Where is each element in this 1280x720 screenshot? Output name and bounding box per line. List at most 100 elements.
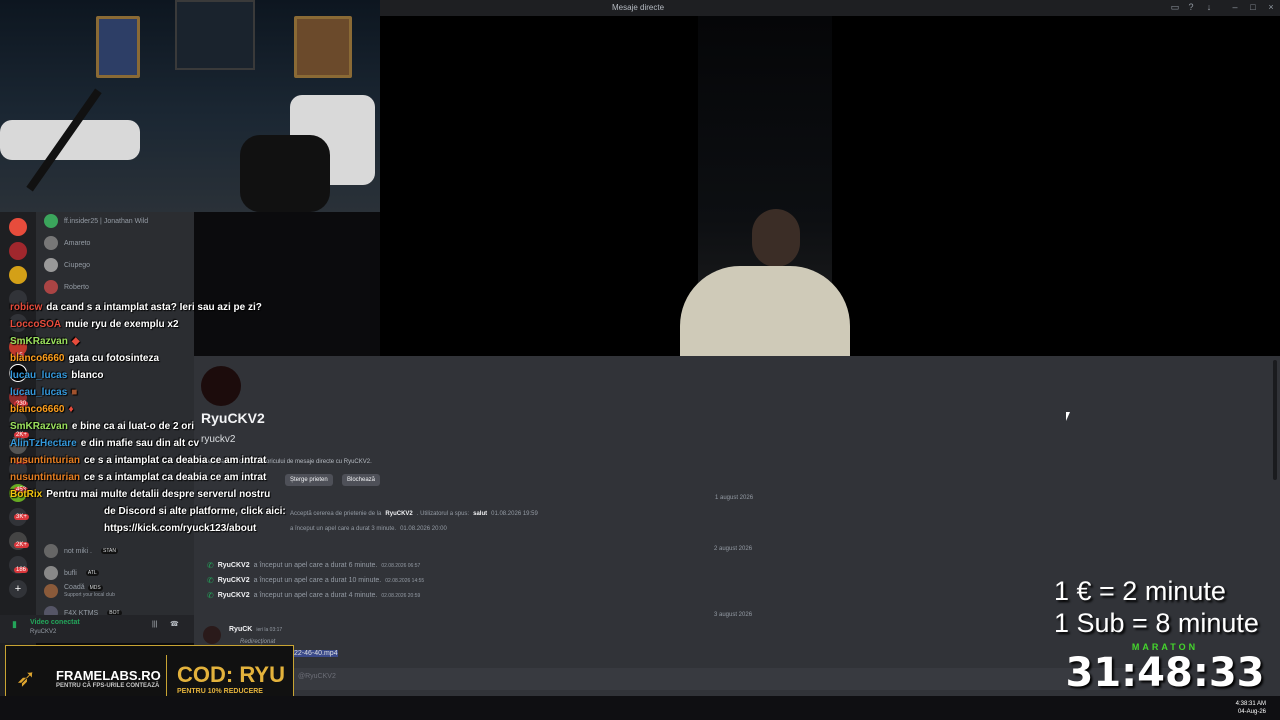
dm-item[interactable]: bufli ATL [44, 564, 99, 582]
server-icon[interactable] [9, 266, 27, 284]
voice-user: RyuCKV2 [30, 629, 57, 635]
stream-chat-overlay: robicw da cand s a intamplat asta? Ieri s… [10, 300, 340, 540]
chat-text: e din mafie sau din alt cv [80, 438, 200, 449]
painting-left [96, 16, 140, 78]
inbox-icon[interactable]: ▭ [1170, 2, 1180, 12]
brand-name: FRAMELABS.RO [56, 668, 161, 683]
server-icon[interactable] [9, 218, 27, 236]
chat-emote: ◆ [71, 336, 80, 347]
close-icon[interactable]: × [1266, 2, 1276, 12]
avatar[interactable] [203, 626, 221, 644]
phone-icon: ✆ [207, 591, 214, 600]
timestamp: 02.08.2026 20:59 [381, 592, 421, 599]
clan-tag: ATL [85, 570, 99, 576]
call-text: a început un apel care a durat 10 minute… [253, 577, 382, 584]
chat-user: SmKRazvan [10, 336, 68, 347]
notification-badge: 2K+ [14, 542, 29, 548]
chat-emote: ♦ [68, 404, 74, 415]
brand-slogan: PENTRU CĂ FPS-URILE CONTEAZĂ [56, 683, 160, 689]
minimize-icon[interactable]: – [1230, 2, 1240, 12]
phone-icon: ✆ [207, 561, 214, 570]
chat-text: de Discord si alte platforme, click aici… [104, 506, 286, 517]
username[interactable]: RyuCKV2 [218, 577, 250, 584]
participant-body [680, 266, 850, 356]
chat-line: blanco6660 ♦ [10, 404, 74, 415]
avatar [44, 258, 58, 272]
maximize-icon[interactable]: □ [1248, 2, 1258, 12]
timestamp: 02.08.2026 14:55 [385, 577, 425, 584]
avatar [44, 566, 58, 580]
promo-discount: PENTRU 10% REDUCERE [177, 688, 263, 695]
dm-item[interactable]: Ciupego [44, 256, 90, 274]
mouse-cursor [1066, 412, 1070, 421]
input-placeholder: @RyuCKV2 [298, 673, 336, 680]
disconnect-icon[interactable]: ☎ [170, 620, 179, 628]
timestamp: 02.08.2026 06:57 [381, 562, 421, 569]
username[interactable]: RyuCK [229, 626, 252, 633]
rocket-icon: ➶ [16, 664, 37, 692]
server-icon[interactable] [9, 242, 27, 260]
chat-line: de Discord si alte platforme, click aici… [104, 506, 286, 517]
chat-line: SmKRazvan ◆ [10, 336, 80, 347]
username[interactable]: RyuCKV2 [385, 511, 412, 517]
chat-line: LoccoSOA muie ryu de exemplu x2 [10, 319, 179, 330]
dm-item[interactable]: Amareto [44, 234, 90, 252]
noise-icon[interactable]: ||| [152, 621, 157, 628]
download-icon[interactable]: ↓ [1204, 2, 1214, 12]
dm-name: not miki . [64, 547, 93, 555]
chat-line: nusuntinturian ce s a intamplat ca deabia… [10, 455, 266, 466]
clan-tag: STAN [101, 548, 118, 554]
chat-text: ce s a intamplat ca deabia ce am intrat [84, 455, 267, 466]
marathon-overlay: 1 € = 2 minute 1 Sub = 8 minute MARATON … [1050, 575, 1280, 705]
dm-status: Support your local club [64, 592, 115, 598]
chat-line: BotRix Pentru mai multe detalii despre se… [10, 489, 270, 500]
attachment-file[interactable]: 22-46-40.mp4 [294, 650, 338, 657]
dm-item[interactable]: not miki . STAN [44, 542, 118, 560]
dm-item[interactable]: Coadă MDS Support your local club [44, 584, 115, 602]
username[interactable]: RyuCKV2 [218, 592, 250, 599]
chat-user: AlinTzHectare [10, 438, 77, 449]
dm-name: Amareto [64, 239, 91, 247]
system-clock[interactable]: 4:38:31 AM 04-Aug-26 [1236, 700, 1266, 716]
chat-line: lucau_lucas ■ [10, 387, 77, 398]
call-message: ✆ RyuCKV2 a început un apel care a durat… [207, 591, 420, 600]
phone-icon: ✆ [207, 576, 214, 585]
dm-name: ff.insider25 | Jonathan Wild [64, 217, 149, 225]
chat-user: blanco6660 [10, 353, 65, 364]
chat-text: ce s a intamplat ca deabia ce am intrat [84, 472, 267, 483]
chat-line: https://kick.com/ryuck123/about [104, 523, 256, 534]
chat-line: robicw da cand s a intamplat asta? Ieri s… [10, 302, 262, 313]
dm-name: Roberto [64, 283, 89, 291]
chat-line: SmKRazvan e bine ca ai luat-o de 2 ori [10, 421, 194, 432]
brand-block: FRAMELABS.RO PENTRU CĂ FPS-URILE CONTEAZ… [56, 668, 166, 689]
avatar [44, 280, 58, 294]
avatar [44, 544, 58, 558]
title-bar: Mesaje directe ▭ ? ↓ – □ × [380, 0, 1280, 16]
chat-text: e bine ca ai luat-o de 2 ori [71, 421, 195, 432]
avatar [44, 236, 58, 250]
promo-block: COD: RYU PENTRU 10% REDUCERE [177, 662, 285, 695]
voice-status: Video conectat [30, 619, 80, 626]
webcam-overlay [0, 0, 380, 212]
dm-item[interactable]: ff.insider25 | Jonathan Wild [44, 212, 148, 230]
display-shelf [175, 0, 255, 70]
notification-badge: 186 [14, 567, 29, 573]
chat-line: nusuntinturian ce s a intamplat ca deabia… [10, 472, 266, 483]
scrollbar[interactable] [1273, 360, 1277, 480]
chat-text: da cand s a intamplat asta? Ieri sau azi… [46, 302, 262, 313]
system-text: . Utilizatorul a spus: [416, 511, 470, 517]
taskbar [0, 696, 1280, 720]
quoted-message: salut [473, 511, 488, 517]
block-button[interactable]: Blochează [342, 474, 381, 486]
date-separator: 1 august 2026 [715, 495, 754, 501]
avatar [44, 214, 58, 228]
username[interactable]: RyuCKV2 [218, 562, 250, 569]
help-icon[interactable]: ? [1186, 2, 1196, 12]
dm-item[interactable]: Roberto [44, 278, 89, 296]
timestamp: 01.08.2026 19:59 [491, 511, 538, 517]
call-text: a început un apel care a durat 4 minute. [253, 592, 378, 599]
timestamp: 01.08.2026 20:00 [400, 526, 447, 532]
voice-panel: ▮ Video conectat RyuCKV2 ||| ☎ [0, 615, 194, 643]
chat-text: blanco [71, 370, 104, 381]
add-server-icon[interactable]: + [9, 580, 27, 598]
